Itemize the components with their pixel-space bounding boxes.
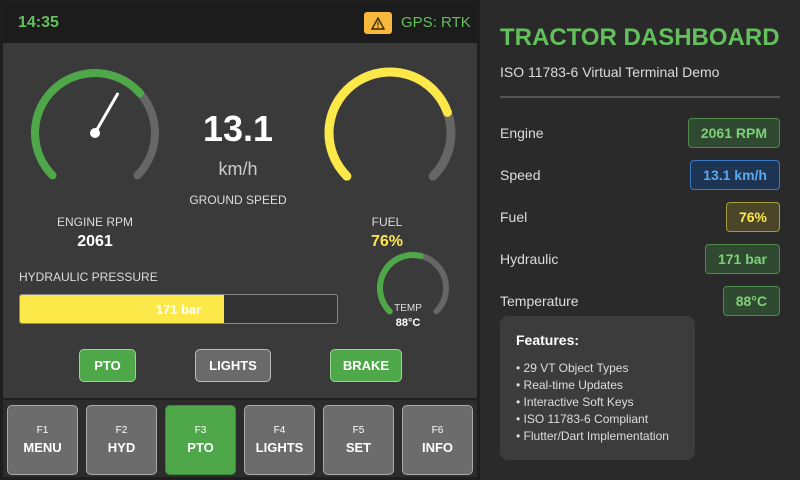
feature-item: • Interactive Soft Keys <box>516 395 634 409</box>
softkey-f3-pto[interactable]: F3 PTO <box>165 405 236 475</box>
speed-row-label: Speed <box>500 167 541 183</box>
fuel-row-label: Fuel <box>500 209 528 225</box>
softkey-label: SET <box>345 440 372 455</box>
softkey-function-key: F2 <box>115 425 128 436</box>
soft-key-bar: F1 MENU F2 HYD F3 PTO F4 LIGHTS F5 SET F… <box>3 398 477 477</box>
softkey-label: HYD <box>107 440 136 455</box>
softkey-function-key: F6 <box>431 425 444 436</box>
features-card: Features: • 29 VT Object Types • Real-ti… <box>500 316 695 460</box>
softkey-label: INFO <box>421 440 454 455</box>
softkey-function-key: F4 <box>273 425 286 436</box>
temp-value: 88°C <box>395 317 421 329</box>
page-subtitle: ISO 11783-6 Virtual Terminal Demo <box>500 64 720 80</box>
engine-rpm-label: ENGINE RPM <box>56 215 133 229</box>
hydraulic-pressure-bar: 171 bar <box>19 294 338 324</box>
temp-label: TEMP <box>394 303 422 314</box>
virtual-terminal: 14:35 GPS: RTK ENGINE RPM 2061 13.1 km/h… <box>0 0 480 480</box>
features-title: Features: <box>516 332 580 348</box>
features-list: • 29 VT Object Types • Real-time Updates… <box>516 360 679 445</box>
softkey-label: PTO <box>187 440 214 455</box>
ground-speed-label: GROUND SPEED <box>189 193 287 207</box>
hydraulic-pressure-label: HYDRAULIC PRESSURE <box>19 270 158 284</box>
status-bar: 14:35 GPS: RTK <box>3 3 477 43</box>
hydraulic-row-label: Hydraulic <box>500 251 559 267</box>
softkey-function-key: F1 <box>36 425 49 436</box>
softkey-function-key: F5 <box>352 425 365 436</box>
feature-item: • ISO 11783-6 Compliant <box>516 412 649 426</box>
feature-item: • 29 VT Object Types <box>516 361 629 375</box>
engine-rpm-value: 2061 <box>77 233 113 250</box>
engine-value-badge: 2061 RPM <box>687 118 780 148</box>
softkey-f5-set[interactable]: F5 SET <box>323 405 394 475</box>
fuel-value-badge: 76% <box>725 202 780 232</box>
softkey-label: LIGHTS <box>255 440 304 455</box>
softkey-f1-menu[interactable]: F1 MENU <box>7 405 78 475</box>
feature-item: • Flutter/Dart Implementation <box>516 429 669 443</box>
speed-value-badge: 13.1 km/h <box>690 160 780 190</box>
ground-speed-value: 13.1 <box>202 108 274 149</box>
gauge-area: ENGINE RPM 2061 13.1 km/h GROUND SPEED F… <box>3 43 477 393</box>
clock: 14:35 <box>18 14 59 31</box>
warning-triangle-icon[interactable] <box>364 12 392 34</box>
engine-rpm-gauge-arc <box>31 69 145 180</box>
softkey-label: MENU <box>23 440 62 455</box>
temperature-row-label: Temperature <box>500 293 579 309</box>
fuel-gauge-arc <box>324 67 452 181</box>
info-panel: TRACTOR DASHBOARD ISO 11783-6 Virtual Te… <box>480 0 800 480</box>
engine-rpm-needle-hub <box>90 128 100 138</box>
pto-toggle[interactable]: PTO <box>79 349 136 382</box>
feature-item: • Real-time Updates <box>516 378 623 392</box>
softkey-f6-info[interactable]: F6 INFO <box>402 405 473 475</box>
softkey-f2-hyd[interactable]: F2 HYD <box>86 405 157 475</box>
temperature-value-badge: 88°C <box>722 286 780 316</box>
ground-speed-unit: km/h <box>218 159 258 179</box>
engine-row-label: Engine <box>500 125 544 141</box>
gps-status: GPS: RTK <box>401 14 471 31</box>
brake-toggle[interactable]: BRAKE <box>330 349 402 382</box>
lights-toggle[interactable]: LIGHTS <box>195 349 271 382</box>
softkey-function-key: F3 <box>194 425 207 436</box>
softkey-f4-lights[interactable]: F4 LIGHTS <box>244 405 315 475</box>
fuel-label: FUEL <box>371 215 403 229</box>
hydraulic-value-badge: 171 bar <box>704 244 780 274</box>
engine-rpm-needle <box>93 92 119 135</box>
divider <box>500 96 780 98</box>
fuel-value: 76% <box>370 233 404 250</box>
hydraulic-pressure-value: 171 bar <box>155 301 202 317</box>
page-title: TRACTOR DASHBOARD <box>500 24 780 51</box>
